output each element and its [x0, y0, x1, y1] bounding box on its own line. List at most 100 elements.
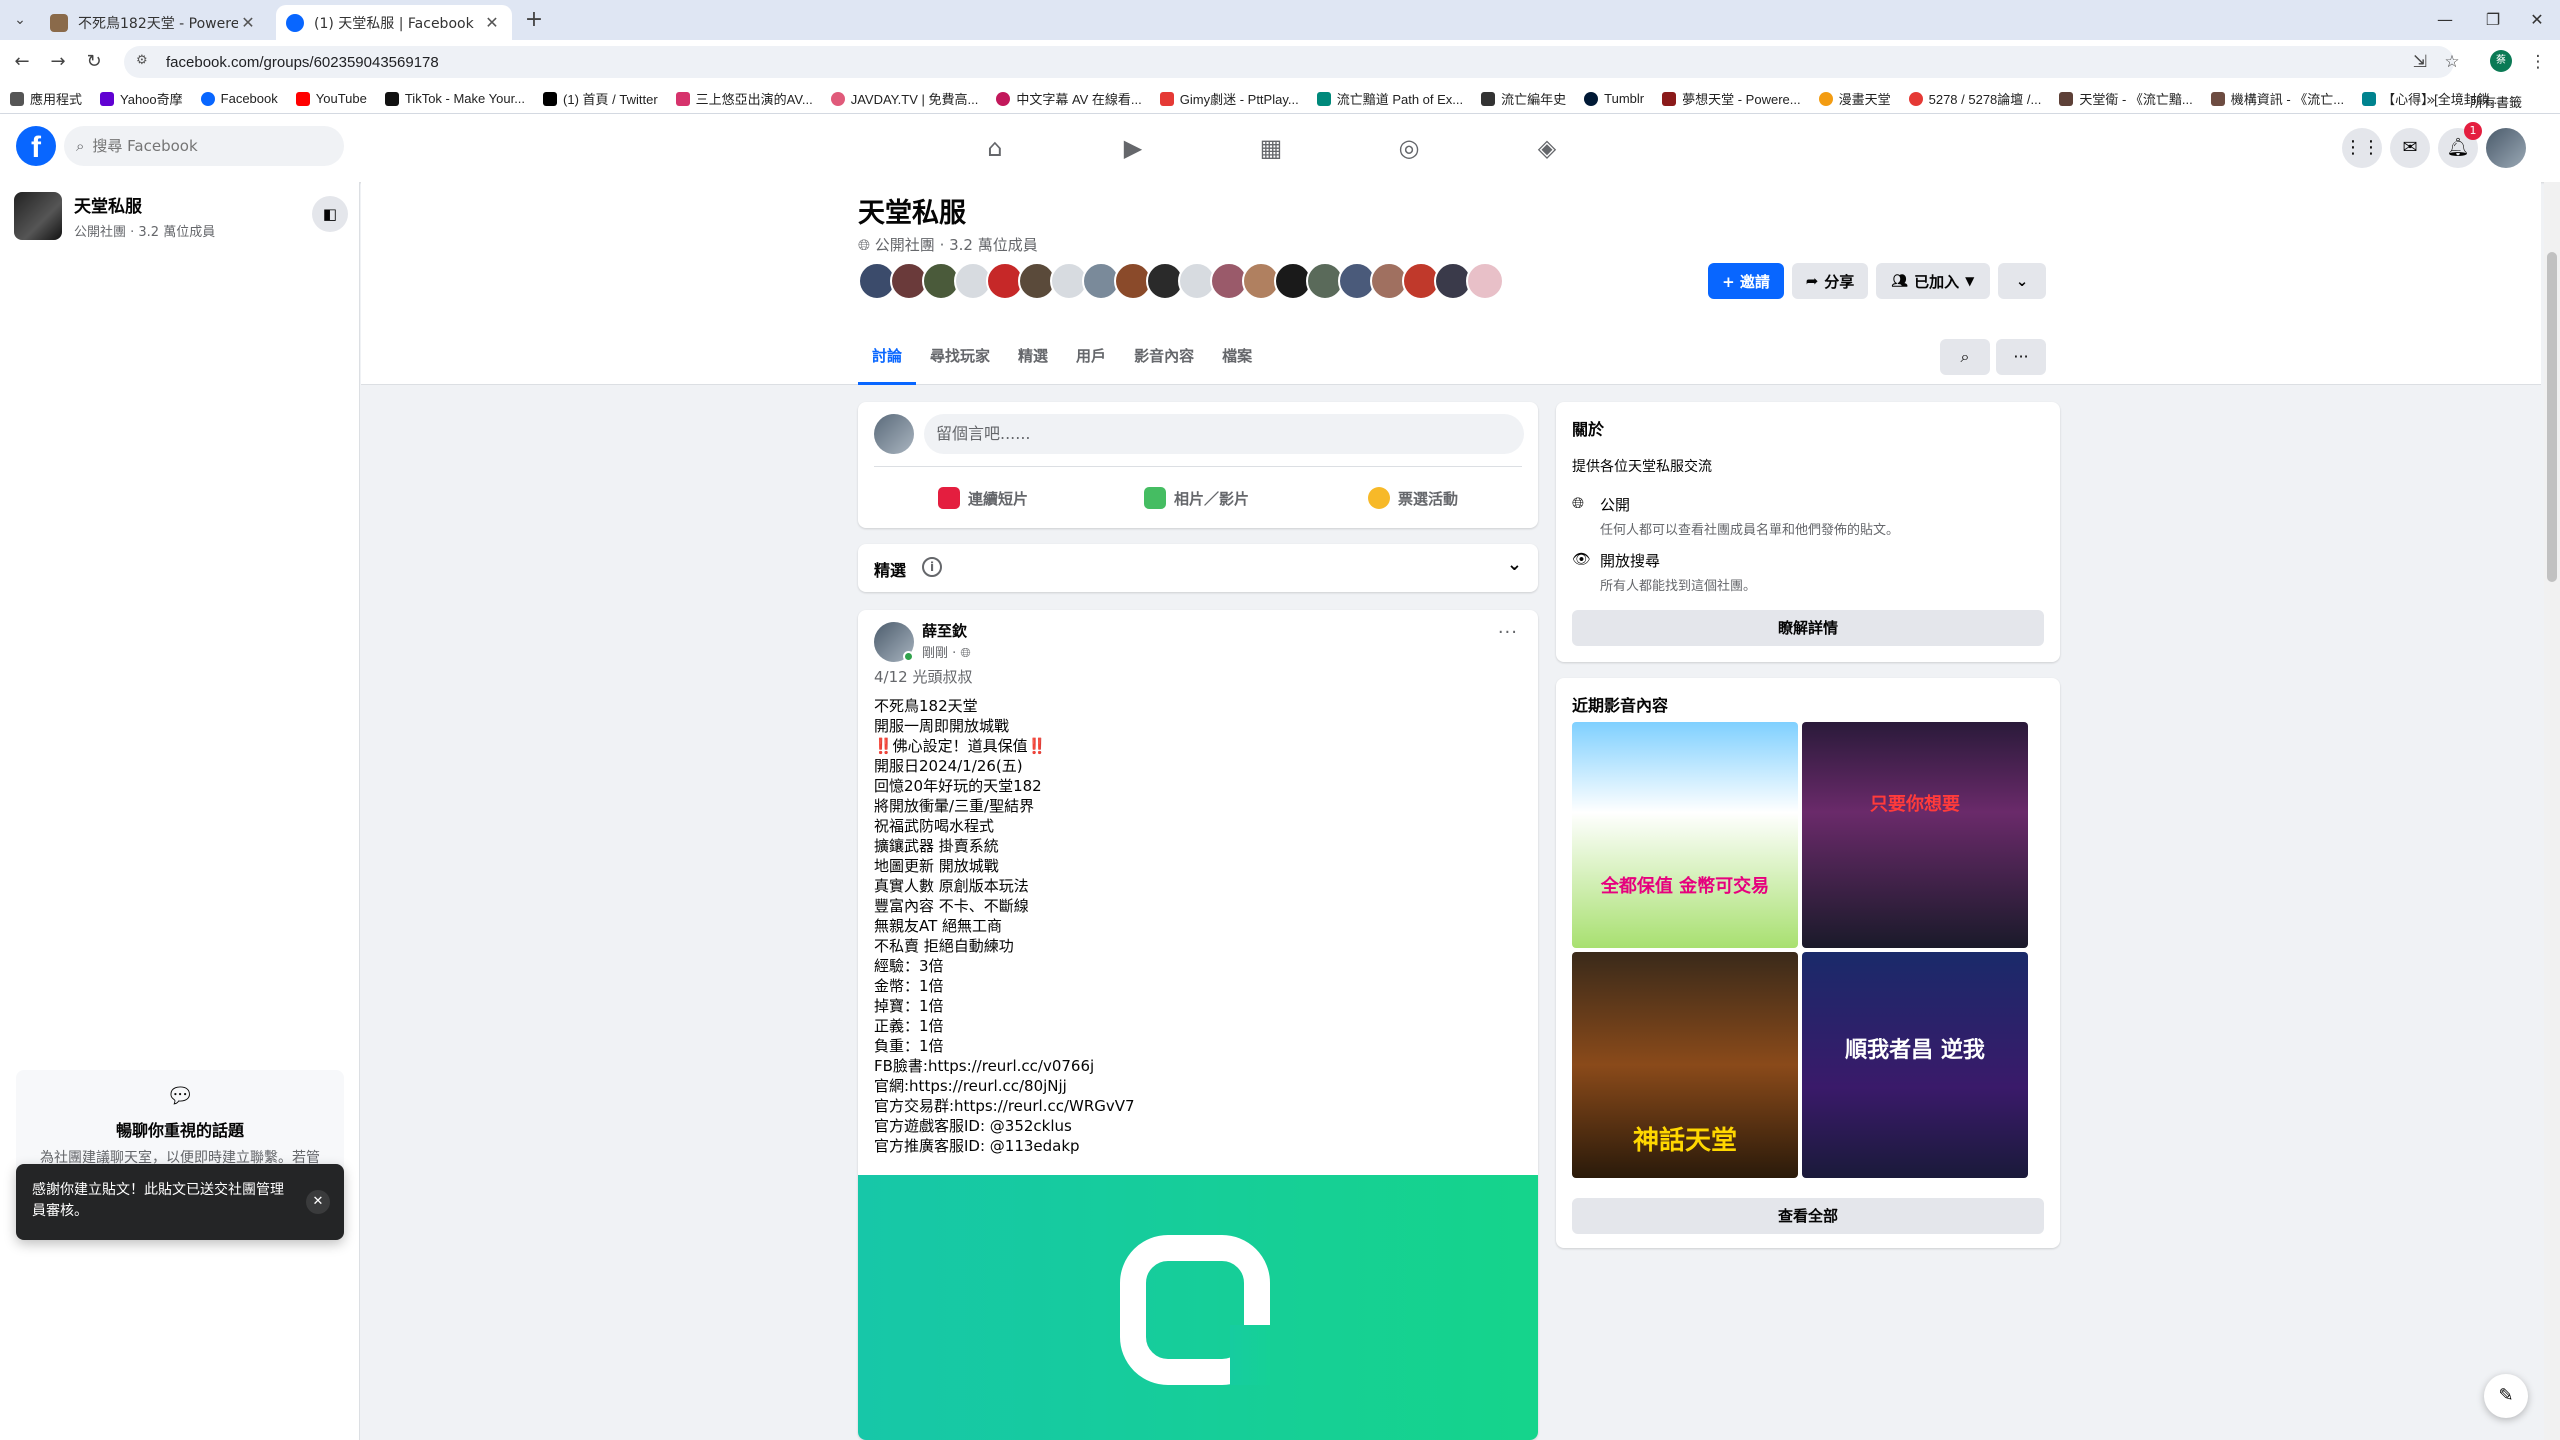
- back-icon[interactable]: ←: [8, 48, 36, 76]
- learn-more-button[interactable]: 瞭解詳情: [1572, 610, 2044, 646]
- video-nav-icon[interactable]: ▶: [1078, 124, 1188, 172]
- bookmark-item[interactable]: 5278 / 5278論壇 /...: [1908, 89, 2041, 108]
- close-toast-icon[interactable]: ✕: [306, 1190, 330, 1214]
- bookmark-item[interactable]: 流亡編年史: [1481, 89, 1566, 108]
- bookmark-item[interactable]: 流亡黯道 Path of Ex...: [1316, 89, 1463, 108]
- post-link[interactable]: 官網:https://reurl.cc/80jNjj: [874, 1076, 1135, 1096]
- tab-users[interactable]: 用戶: [1062, 335, 1120, 385]
- post-link-preview-image[interactable]: [858, 1175, 1538, 1440]
- collapse-sidebar-icon[interactable]: ◧: [312, 196, 348, 232]
- featured-section[interactable]: 精選 i ⌄: [858, 544, 1538, 592]
- reload-icon[interactable]: ↻: [80, 48, 108, 76]
- all-bookmarks-folder[interactable]: 所有書籤: [2470, 92, 2522, 111]
- sidebar-group-meta: 公開社團 · 3.2 萬位成員: [74, 225, 216, 240]
- post-author[interactable]: 薛至欽: [922, 620, 967, 641]
- tab-find-players[interactable]: 尋找玩家: [916, 335, 1004, 385]
- bookmark-item[interactable]: Yahoo奇摩: [100, 89, 183, 108]
- bookmark-item[interactable]: 天堂衛 - 《流亡黯...: [2059, 89, 2193, 108]
- tab-featured[interactable]: 精選: [1004, 335, 1062, 385]
- info-icon[interactable]: i: [922, 557, 942, 577]
- facebook-search[interactable]: ⌕: [64, 126, 344, 166]
- media-thumbnail[interactable]: 神話天堂: [1572, 952, 1798, 1178]
- tab-search-icon[interactable]: ⌄: [8, 8, 32, 32]
- bookmark-item[interactable]: 三上悠亞出演的AV...: [675, 89, 813, 108]
- bookmark-item[interactable]: TikTok - Make Your...: [384, 91, 525, 106]
- composer-input[interactable]: 留個言吧......: [924, 414, 1524, 454]
- new-tab-icon[interactable]: +: [520, 6, 548, 34]
- reels-button[interactable]: 連續短片: [938, 478, 1028, 518]
- see-all-button[interactable]: 查看全部: [1572, 1198, 2044, 1234]
- bookmark-item[interactable]: Facebook: [200, 91, 278, 106]
- post-timestamp[interactable]: 剛剛 · 🌐︎: [922, 642, 971, 661]
- minimize-icon[interactable]: —: [2418, 0, 2472, 40]
- menu-grid-icon[interactable]: ⋮⋮: [2342, 128, 2382, 168]
- search-icon: ⌕: [76, 137, 85, 155]
- more-bookmarks-icon[interactable]: »: [2426, 90, 2436, 109]
- gaming-nav-icon[interactable]: ◈: [1492, 124, 1602, 172]
- share-button[interactable]: ➦ 分享: [1792, 263, 1868, 299]
- bookmark-item[interactable]: 應用程式: [10, 89, 82, 108]
- poll-icon: [1368, 487, 1390, 509]
- post-link[interactable]: FB臉書:https://reurl.cc/v0766j: [874, 1056, 1135, 1076]
- browser-tab-2[interactable]: (1) 天堂私服 | Facebook ✕: [276, 5, 512, 40]
- author-avatar[interactable]: [874, 622, 914, 662]
- bookmark-item[interactable]: 中文字幕 AV 在線看...: [996, 89, 1142, 108]
- bookmark-item[interactable]: Gimy劇迷 - PttPlay...: [1159, 89, 1299, 108]
- post-line: 金幣：1倍: [874, 977, 944, 995]
- member-avatars[interactable]: [858, 262, 1504, 300]
- post-subtitle: 4/12 光頭叔叔: [874, 668, 973, 686]
- chevron-down-icon[interactable]: ⌄: [1507, 554, 1522, 575]
- marketplace-nav-icon[interactable]: ▦: [1216, 124, 1326, 172]
- groups-nav-icon[interactable]: ◎: [1354, 124, 1464, 172]
- member-avatar[interactable]: [1466, 262, 1504, 300]
- site-info-icon[interactable]: ⚙: [136, 53, 154, 71]
- post-line: 開服一周即開放城戰: [874, 717, 1010, 735]
- close-tab-icon[interactable]: ✕: [482, 13, 502, 32]
- poll-button[interactable]: 票選活動: [1368, 478, 1458, 518]
- bookmark-item[interactable]: Tumblr: [1584, 91, 1644, 106]
- app-logo-icon: [1120, 1235, 1270, 1385]
- bookmark-item[interactable]: 夢想天堂 - Powere...: [1662, 89, 1801, 108]
- media-thumbnail[interactable]: 全都保值 金幣可交易: [1572, 722, 1798, 948]
- post-link[interactable]: 官方交易群:https://reurl.cc/WRGvV7: [874, 1096, 1135, 1116]
- bookmark-item[interactable]: (1) 首頁 / Twitter: [543, 89, 658, 108]
- bookmark-item[interactable]: 漫畫天堂: [1818, 89, 1891, 108]
- invite-button[interactable]: + 邀請: [1708, 263, 1784, 299]
- facebook-favicon-icon: [286, 13, 304, 32]
- forward-icon[interactable]: →: [44, 48, 72, 76]
- bookmark-item[interactable]: JAVDAY.TV | 免費高...: [830, 89, 978, 108]
- browser-tab-1[interactable]: 不死鳥182天堂 - Powered by D ✕: [40, 5, 268, 40]
- group-more-icon[interactable]: ···: [1996, 339, 2046, 375]
- post-more-icon[interactable]: ···: [1498, 622, 1518, 643]
- search-input[interactable]: [92, 137, 313, 155]
- facebook-logo-icon[interactable]: f: [16, 126, 56, 166]
- about-heading: 關於: [1572, 420, 1605, 439]
- tab-files[interactable]: 檔案: [1208, 335, 1266, 385]
- post-line: ‼️佛心設定！道具保值‼️: [874, 737, 1047, 755]
- sidebar-group-header[interactable]: 天堂私服 公開社團 · 3.2 萬位成員: [14, 192, 215, 240]
- media-thumbnail[interactable]: 順我者昌 逆我: [1802, 952, 2028, 1178]
- close-window-icon[interactable]: ✕: [2510, 0, 2560, 40]
- profile-avatar[interactable]: 蔡: [2490, 50, 2512, 72]
- joined-button[interactable]: 👥︎ 已加入 ▼: [1876, 263, 1990, 299]
- bookmark-item[interactable]: 機構資訊 - 《流亡...: [2210, 89, 2344, 108]
- close-tab-icon[interactable]: ✕: [238, 13, 258, 32]
- browser-menu-icon[interactable]: ⋮: [2526, 50, 2550, 74]
- group-search-icon[interactable]: ⌕: [1940, 339, 1990, 375]
- new-message-icon[interactable]: ✎: [2484, 1374, 2528, 1418]
- tab-media[interactable]: 影音內容: [1120, 335, 1208, 385]
- page-scrollbar[interactable]: [2544, 182, 2560, 1440]
- more-options-chevron-icon[interactable]: ⌄: [1998, 263, 2046, 299]
- scrollbar-thumb[interactable]: [2547, 252, 2557, 582]
- address-bar[interactable]: ⚙ facebook.com/groups/602359043569178: [124, 46, 2454, 78]
- home-nav-icon[interactable]: ⌂: [940, 124, 1050, 172]
- photo-video-button[interactable]: 相片／影片: [1144, 478, 1249, 518]
- account-avatar[interactable]: [2486, 128, 2526, 168]
- bookmark-star-icon[interactable]: ☆: [2440, 50, 2464, 74]
- media-thumbnail[interactable]: 只要你想要: [1802, 722, 2028, 948]
- messenger-icon[interactable]: ✉: [2390, 128, 2430, 168]
- tab-discussion[interactable]: 討論: [858, 335, 917, 385]
- post-line: 將開放衝暈/三重/聖結界: [874, 797, 1035, 815]
- install-app-icon[interactable]: ⇲: [2408, 50, 2432, 74]
- bookmark-item[interactable]: YouTube: [295, 91, 367, 106]
